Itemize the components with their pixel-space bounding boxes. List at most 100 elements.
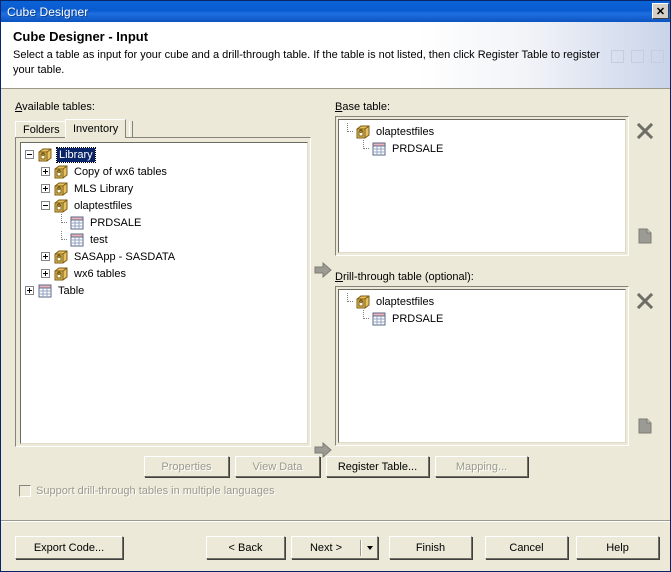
expand-icon[interactable] xyxy=(41,167,50,176)
wizard-header: Cube Designer - Input Select a table as … xyxy=(1,22,670,89)
base-table-label: Base table: xyxy=(335,101,391,113)
available-tables-label-rest: vailable tables: xyxy=(22,101,95,113)
tree-item[interactable]: SASApp - SASDATA xyxy=(21,248,307,265)
tree-connector-icon xyxy=(57,231,67,244)
page-description: Select a table as input for your cube an… xyxy=(13,49,600,76)
cancel-button[interactable]: Cancel xyxy=(485,536,568,559)
dialog-body: Available tables: Folders Inventory Libr… xyxy=(1,89,670,521)
finish-button-label: Finish xyxy=(415,541,446,554)
tab-strip-end xyxy=(129,121,133,138)
support-multilang-checkbox-row[interactable]: Support drill-through tables in multiple… xyxy=(19,485,274,497)
view-data-button[interactable]: View Data xyxy=(235,456,320,477)
tree-item-label: olaptestfiles xyxy=(376,295,435,308)
register-table-button-label: Register Table... xyxy=(337,460,418,473)
paste-base-table-icon[interactable] xyxy=(636,227,654,245)
back-button[interactable]: < Back xyxy=(206,536,285,559)
tree-item-label: Library xyxy=(56,146,96,163)
available-tables-tree[interactable]: Library Copy of wx6 tables MLS Library olap… xyxy=(20,142,308,444)
dialog-footer: Export Code... < Back Next > Finish Canc… xyxy=(1,520,670,571)
library-icon xyxy=(53,267,69,281)
collapse-icon[interactable] xyxy=(41,201,50,210)
library-icon xyxy=(355,295,371,309)
list-rows: olaptestfiles PRDSALE xyxy=(339,290,625,327)
tree-item[interactable]: MLS Library xyxy=(21,180,307,197)
export-code-button[interactable]: Export Code... xyxy=(15,536,123,559)
library-icon xyxy=(53,165,69,179)
library-icon xyxy=(53,250,69,264)
tree-item[interactable]: Table xyxy=(21,282,307,299)
library-icon xyxy=(53,199,69,213)
tree-connector-icon xyxy=(343,293,353,306)
back-button-label: < Back xyxy=(228,541,263,554)
table-icon xyxy=(69,233,85,247)
window-title: Cube Designer xyxy=(7,4,89,19)
tree-item[interactable]: olaptestfiles xyxy=(339,123,625,140)
tree-item-label: PRDSALE xyxy=(90,216,142,229)
tree-item[interactable]: olaptestfiles xyxy=(21,197,307,214)
tree-item[interactable]: wx6 tables xyxy=(21,265,307,282)
tree-item[interactable]: Copy of wx6 tables xyxy=(21,163,307,180)
tree-item[interactable]: test xyxy=(21,231,307,248)
header-square-icon-3 xyxy=(651,50,664,63)
tree-item-label: Copy of wx6 tables xyxy=(74,165,167,178)
tree-item-label: PRDSALE xyxy=(392,312,444,325)
table-icon xyxy=(371,312,387,326)
mapping-button-label: Mapping... xyxy=(455,460,508,473)
tree-connector-icon xyxy=(343,123,353,136)
support-multilang-label: Support drill-through tables in multiple… xyxy=(36,485,275,497)
help-button[interactable]: Help xyxy=(576,536,659,559)
tree-item-label: olaptestfiles xyxy=(74,199,133,212)
list-rows: olaptestfiles PRDSALE xyxy=(339,120,625,157)
tree-item[interactable]: PRDSALE xyxy=(339,310,625,327)
tab-folders[interactable]: Folders xyxy=(15,121,68,138)
close-icon[interactable]: ✕ xyxy=(652,3,669,19)
tab-strip: Folders Inventory xyxy=(15,119,311,138)
tab-inventory[interactable]: Inventory xyxy=(65,119,127,138)
add-to-base-table-arrow-icon[interactable] xyxy=(314,261,332,279)
tree-item-label: wx6 tables xyxy=(74,267,126,280)
properties-button-label: Properties xyxy=(161,460,212,473)
mapping-button[interactable]: Mapping... xyxy=(435,456,528,477)
expand-icon[interactable] xyxy=(25,286,34,295)
available-tables-label: Available tables: xyxy=(15,101,95,113)
remove-drill-through-table-icon[interactable] xyxy=(636,292,654,310)
tree-item-label: olaptestfiles xyxy=(376,125,435,138)
collapse-icon[interactable] xyxy=(25,150,34,159)
tree-item-label: Table xyxy=(58,284,85,297)
view-data-button-label: View Data xyxy=(252,460,303,473)
header-square-icon-2 xyxy=(631,50,644,63)
expand-icon[interactable] xyxy=(41,184,50,193)
tree-item[interactable]: olaptestfiles xyxy=(339,293,625,310)
tree-item-label: SASApp - SASDATA xyxy=(74,250,176,263)
expand-icon[interactable] xyxy=(41,269,50,278)
base-table-list[interactable]: olaptestfiles PRDSALE xyxy=(338,119,626,253)
export-code-button-label: Export Code... xyxy=(33,541,105,554)
expand-icon[interactable] xyxy=(41,252,50,261)
library-icon xyxy=(53,182,69,196)
tree-item-label: MLS Library xyxy=(74,182,134,195)
cancel-button-label: Cancel xyxy=(509,541,544,554)
support-multilang-checkbox[interactable] xyxy=(19,485,31,497)
next-button-dropdown[interactable] xyxy=(362,545,377,550)
tree-item[interactable]: PRDSALE xyxy=(21,214,307,231)
finish-button[interactable]: Finish xyxy=(389,536,472,559)
title-bar: Cube Designer ✕ xyxy=(1,1,670,22)
table-icon xyxy=(69,216,85,230)
properties-button[interactable]: Properties xyxy=(144,456,229,477)
table-icon xyxy=(37,284,53,298)
drill-through-table-list[interactable]: olaptestfiles PRDSALE xyxy=(338,289,626,443)
tree-item[interactable]: PRDSALE xyxy=(339,140,625,157)
register-table-button[interactable]: Register Table... xyxy=(326,456,429,477)
paste-drill-through-table-icon[interactable] xyxy=(636,417,654,435)
tree-item-label: PRDSALE xyxy=(392,142,444,155)
tree-item[interactable]: Library xyxy=(21,146,307,163)
next-button[interactable]: Next > xyxy=(291,536,378,559)
next-button-label: Next > xyxy=(309,541,343,554)
page-title: Cube Designer - Input xyxy=(13,29,149,44)
library-icon xyxy=(355,125,371,139)
drill-through-table-label: Drill-through table (optional): xyxy=(335,271,474,283)
tree-connector-icon xyxy=(57,214,67,227)
tree-rows: Library Copy of wx6 tables MLS Library olap… xyxy=(21,143,307,299)
remove-base-table-icon[interactable] xyxy=(636,122,654,140)
chevron-down-icon xyxy=(366,545,373,550)
